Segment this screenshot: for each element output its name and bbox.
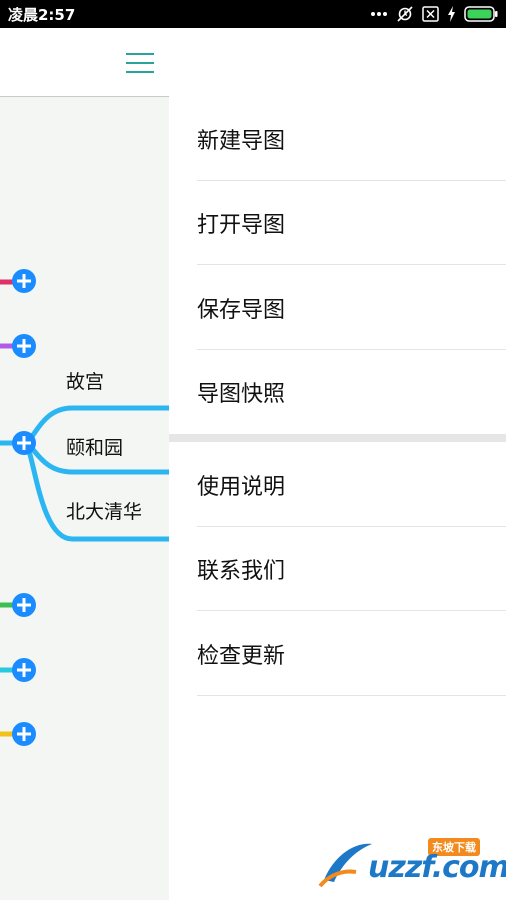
expand-button-3[interactable] bbox=[12, 431, 36, 455]
map-toolbar bbox=[0, 28, 169, 97]
mindmap-canvas[interactable]: 故宫 颐和园 北大清华 bbox=[0, 97, 169, 900]
status-bar: 凌晨2:57 bbox=[0, 0, 506, 28]
hamburger-icon bbox=[126, 53, 154, 73]
menu-item-open-map[interactable]: 打开导图 bbox=[197, 181, 506, 265]
menu-item-check-update[interactable]: 检查更新 bbox=[197, 612, 506, 696]
expand-button-5[interactable] bbox=[12, 658, 36, 682]
expand-button-6[interactable] bbox=[12, 722, 36, 746]
charging-icon bbox=[447, 6, 456, 22]
battery-icon bbox=[464, 6, 498, 22]
watermark-logo: 东坡下载 uzzf.com bbox=[316, 836, 506, 888]
status-time: 凌晨2:57 bbox=[8, 5, 76, 24]
more-dots-icon bbox=[370, 11, 388, 17]
mindmap-node-palace[interactable]: 故宫 bbox=[66, 367, 104, 394]
menu-item-save-map[interactable]: 保存导图 bbox=[197, 266, 506, 350]
expand-button-2[interactable] bbox=[12, 334, 36, 358]
mindmap-node-summer-palace[interactable]: 颐和园 bbox=[66, 433, 123, 460]
navigation-drawer: 新建导图 打开导图 保存导图 导图快照 使用说明 联系我们 检查更新 东坡下载 … bbox=[169, 28, 506, 900]
brand-logo-icon bbox=[318, 843, 372, 888]
menu-button[interactable] bbox=[122, 48, 158, 78]
app-screen: 凌晨2:57 故宫 颐和园 北大清华 新建导图 打开导图 保存导图 导图快照 使… bbox=[0, 0, 506, 900]
expand-button-4[interactable] bbox=[12, 593, 36, 617]
menu-divider bbox=[169, 434, 506, 442]
watermark-brand: uzzf.com bbox=[368, 850, 506, 885]
menu-item-new-map[interactable]: 新建导图 bbox=[197, 97, 506, 181]
menu-item-help[interactable]: 使用说明 bbox=[197, 443, 506, 527]
mindmap-node-universities[interactable]: 北大清华 bbox=[66, 497, 142, 524]
menu-item-map-snapshot[interactable]: 导图快照 bbox=[197, 350, 506, 434]
no-sim-icon bbox=[422, 6, 439, 22]
mute-alarm-icon bbox=[396, 5, 414, 23]
expand-button-1[interactable] bbox=[12, 269, 36, 293]
menu-item-contact-us[interactable]: 联系我们 bbox=[197, 527, 506, 611]
status-icons bbox=[370, 5, 498, 23]
